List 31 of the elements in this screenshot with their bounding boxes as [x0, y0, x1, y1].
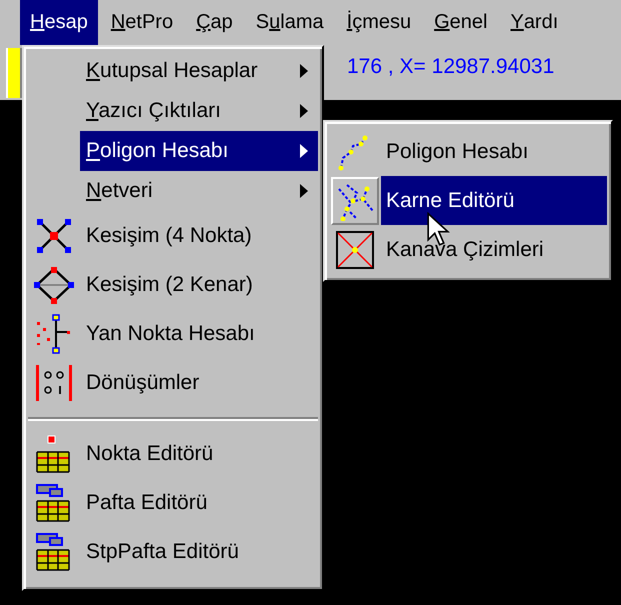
submenu-item[interactable]: Kutupsal Hesaplar	[80, 51, 318, 91]
menu-bar-item[interactable]: İçmesu	[336, 0, 422, 45]
menu-item[interactable]: Kesişim (2 Kenar)	[80, 260, 318, 309]
line-network-icon	[331, 176, 379, 224]
menu-item[interactable]: Poligon Hesabı	[381, 127, 607, 176]
menu-item[interactable]: Nokta Editörü	[80, 429, 318, 478]
menu-item[interactable]: Kesişim (4 Nokta)	[80, 211, 318, 260]
menu-item[interactable]: Dönüşümler	[80, 358, 318, 407]
submenu-item[interactable]: Yazıcı Çıktıları	[80, 91, 318, 131]
menu-bar-item[interactable]: Sulama	[246, 0, 334, 45]
menu-bar-item[interactable]: Çap	[186, 0, 243, 45]
crossed-frame-icon	[335, 230, 375, 270]
toolbar-button[interactable]	[6, 48, 22, 98]
submenu-arrow-icon	[300, 184, 308, 198]
menu-item[interactable]: Pafta Editörü	[80, 478, 318, 527]
menu-item[interactable]: Karne Editörü	[381, 176, 607, 225]
coordinates-text: 176 , X= 12987.94031	[347, 54, 554, 78]
submenu-item[interactable]: Netveri	[80, 171, 318, 211]
menu-bar-item[interactable]: Yardı	[500, 0, 568, 45]
menu-item[interactable]: StpPafta Editörü	[80, 527, 318, 576]
menu-item[interactable]: Yan Nokta Hesabı	[80, 309, 318, 358]
menu-item[interactable]: Kanava Çizimleri	[381, 225, 607, 274]
menu-bar-item[interactable]: Hesap	[20, 0, 98, 45]
matrix-icon	[34, 362, 74, 402]
submenu-arrow-icon	[300, 104, 308, 118]
menu-bar-item[interactable]: NetPro	[100, 0, 184, 45]
submenu-item[interactable]: Poligon Hesabı	[80, 131, 318, 171]
submenu-arrow-icon	[300, 64, 308, 78]
submenu-arrow-icon	[300, 144, 308, 158]
menu-bar-item[interactable]: Genel	[424, 0, 498, 45]
diamond-points-icon	[34, 264, 74, 304]
